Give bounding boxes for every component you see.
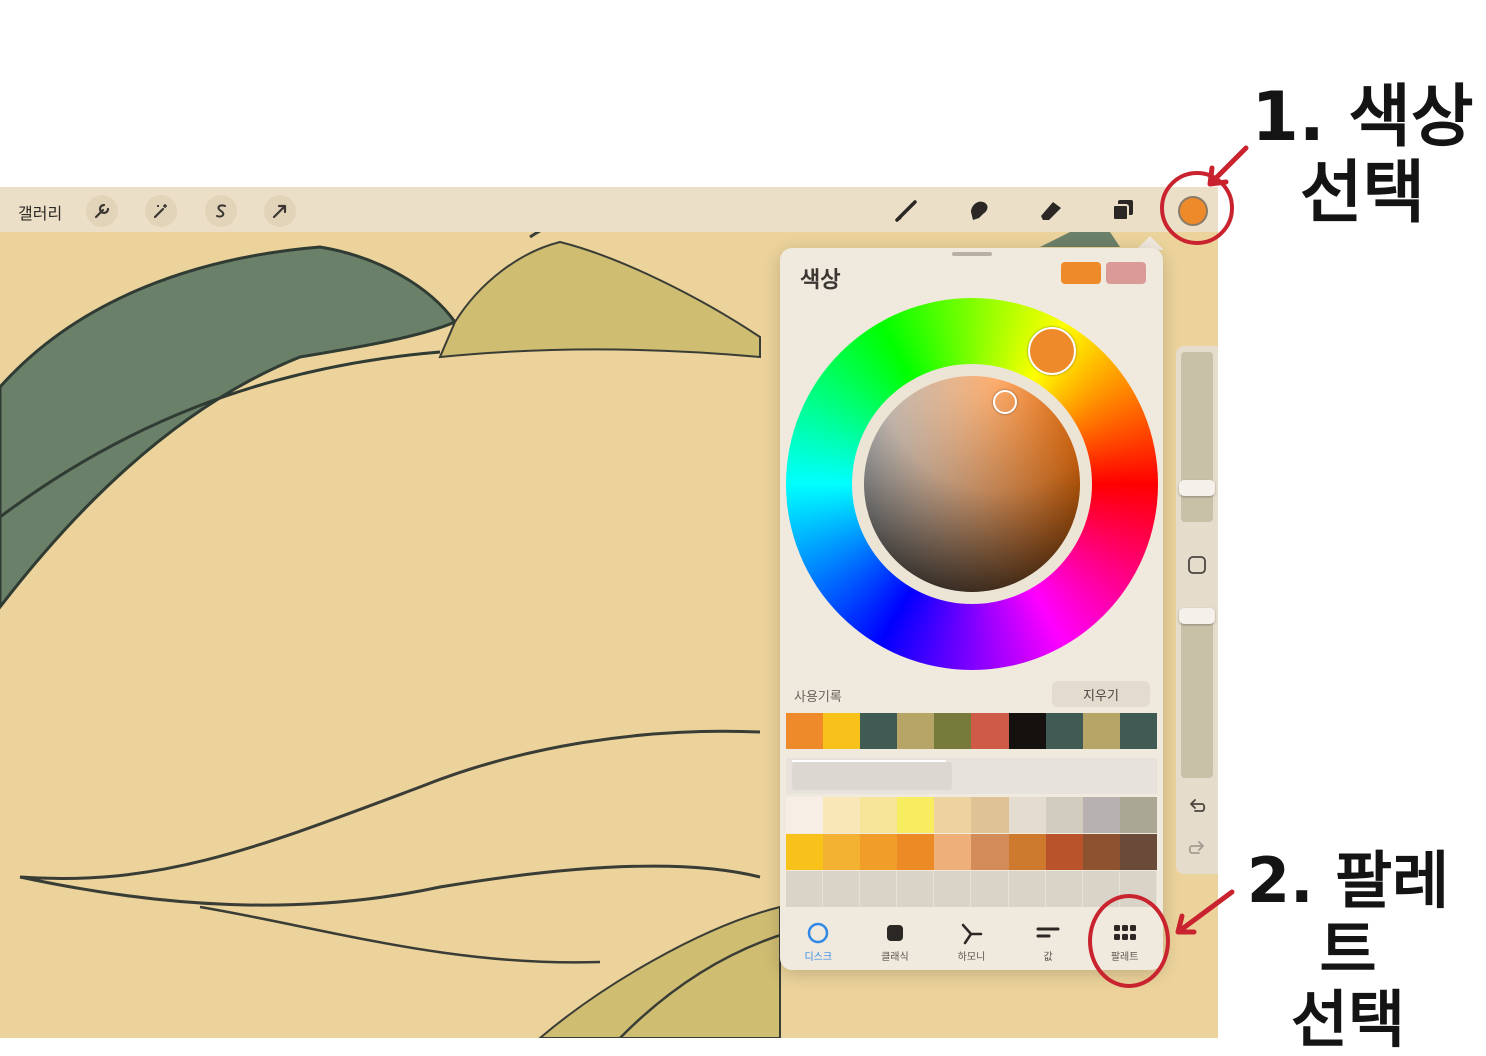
palette-swatch[interactable] xyxy=(971,797,1009,833)
palette-swatch[interactable] xyxy=(860,797,898,833)
clear-history-button[interactable]: 지우기 xyxy=(1052,681,1150,707)
empty-palette-slot[interactable] xyxy=(786,871,824,907)
step1-line2: 선택 xyxy=(1299,154,1426,234)
annotation-arrow-icon xyxy=(1207,145,1249,187)
smudge-icon[interactable] xyxy=(962,193,996,227)
palette-name-bar xyxy=(786,758,1157,794)
brush-size-slider[interactable] xyxy=(1181,352,1213,522)
palette-swatch[interactable] xyxy=(786,797,824,833)
magic-wand-icon[interactable] xyxy=(145,195,177,227)
eraser-icon[interactable] xyxy=(1034,193,1068,227)
palette-swatch[interactable] xyxy=(1008,834,1046,870)
classic-square-icon xyxy=(883,920,907,946)
history-swatch[interactable] xyxy=(897,713,935,749)
palette-swatch[interactable] xyxy=(823,834,861,870)
palette-swatch[interactable] xyxy=(934,797,972,833)
tab-label: 값 xyxy=(1043,952,1053,963)
panel-grabber[interactable] xyxy=(952,252,992,256)
gallery-button[interactable]: 갤러리 xyxy=(18,200,62,224)
palette-swatch[interactable] xyxy=(1119,834,1157,870)
history-swatch[interactable] xyxy=(1119,713,1157,749)
history-swatch[interactable] xyxy=(823,713,861,749)
transform-arrow-icon[interactable] xyxy=(264,195,296,227)
history-swatch[interactable] xyxy=(1008,713,1046,749)
saturation-knob[interactable] xyxy=(993,390,1017,414)
tab-label: 디스크 xyxy=(804,952,833,963)
tab-disc[interactable]: 디스크 xyxy=(780,912,857,970)
saturation-brightness-disc[interactable] xyxy=(864,376,1080,592)
history-swatch[interactable] xyxy=(934,713,972,749)
redo-icon[interactable] xyxy=(1185,836,1209,860)
step2-line2: 선택 xyxy=(1290,982,1406,1056)
palette-swatch[interactable] xyxy=(823,797,861,833)
color-panel: 색상 사용기록 지우기 디스크 클래식 하모니 값 팔레트 xyxy=(780,248,1163,970)
palette-swatch[interactable] xyxy=(1082,797,1120,833)
palette-empty-row xyxy=(786,871,1157,907)
selection-icon[interactable] xyxy=(205,195,237,227)
empty-palette-slot[interactable] xyxy=(934,871,972,907)
layers-icon[interactable] xyxy=(1106,193,1140,227)
palette-swatch[interactable] xyxy=(786,834,824,870)
empty-palette-slot[interactable] xyxy=(971,871,1009,907)
step2-line1: 2. 팔레트 xyxy=(1246,844,1450,987)
history-swatch[interactable] xyxy=(860,713,898,749)
harmony-icon xyxy=(959,920,983,946)
history-swatches xyxy=(786,713,1157,749)
history-label: 사용기록 xyxy=(794,690,842,705)
wrench-icon[interactable] xyxy=(86,195,118,227)
step1-label: 1. 색상 선택 xyxy=(1250,78,1475,234)
palette-row xyxy=(786,834,1157,870)
palette-swatch[interactable] xyxy=(897,797,935,833)
value-sliders-icon xyxy=(1035,920,1061,946)
palette-row xyxy=(786,797,1157,833)
opacity-slider[interactable] xyxy=(1181,608,1213,778)
palette-swatch[interactable] xyxy=(897,834,935,870)
history-swatch[interactable] xyxy=(1082,713,1120,749)
empty-palette-slot[interactable] xyxy=(823,871,861,907)
palette-swatch[interactable] xyxy=(1008,797,1046,833)
opacity-knob[interactable] xyxy=(1179,608,1215,624)
palette-swatch[interactable] xyxy=(1045,797,1083,833)
palette-swatch[interactable] xyxy=(1082,834,1120,870)
history-swatch[interactable] xyxy=(971,713,1009,749)
highlight-circle-palette-tab xyxy=(1088,894,1170,988)
step1-line1: 1. 색상 xyxy=(1251,78,1474,157)
empty-palette-slot[interactable] xyxy=(860,871,898,907)
empty-palette-slot[interactable] xyxy=(1008,871,1046,907)
history-swatch[interactable] xyxy=(1045,713,1083,749)
disc-icon xyxy=(806,920,830,946)
tab-value[interactable]: 값 xyxy=(1010,912,1087,970)
tab-classic[interactable]: 클래식 xyxy=(857,912,934,970)
palette-name-divider xyxy=(792,760,946,762)
undo-icon[interactable] xyxy=(1185,794,1209,818)
empty-palette-slot[interactable] xyxy=(1045,871,1083,907)
brush-icon[interactable] xyxy=(890,193,924,227)
tab-label: 클래식 xyxy=(881,952,909,963)
tab-harmony[interactable]: 하모니 xyxy=(933,912,1010,970)
step2-label: 2. 팔레트 선택 xyxy=(1226,844,1470,1056)
modify-button[interactable] xyxy=(1185,553,1209,577)
primary-color-swatch[interactable] xyxy=(1061,262,1101,284)
empty-palette-slot[interactable] xyxy=(897,871,935,907)
palette-swatch[interactable] xyxy=(934,834,972,870)
palette-swatch[interactable] xyxy=(971,834,1009,870)
tab-label: 하모니 xyxy=(957,952,986,963)
panel-title: 색상 xyxy=(800,268,841,293)
hue-knob[interactable] xyxy=(1028,327,1076,375)
history-swatch[interactable] xyxy=(786,713,824,749)
palette-name-field[interactable] xyxy=(792,762,952,790)
palette-swatch[interactable] xyxy=(860,834,898,870)
palette-swatch[interactable] xyxy=(1045,834,1083,870)
secondary-color-swatch[interactable] xyxy=(1106,262,1146,284)
palette-swatch[interactable] xyxy=(1119,797,1157,833)
brush-size-knob[interactable] xyxy=(1179,480,1215,496)
right-sidebar xyxy=(1176,346,1218,874)
